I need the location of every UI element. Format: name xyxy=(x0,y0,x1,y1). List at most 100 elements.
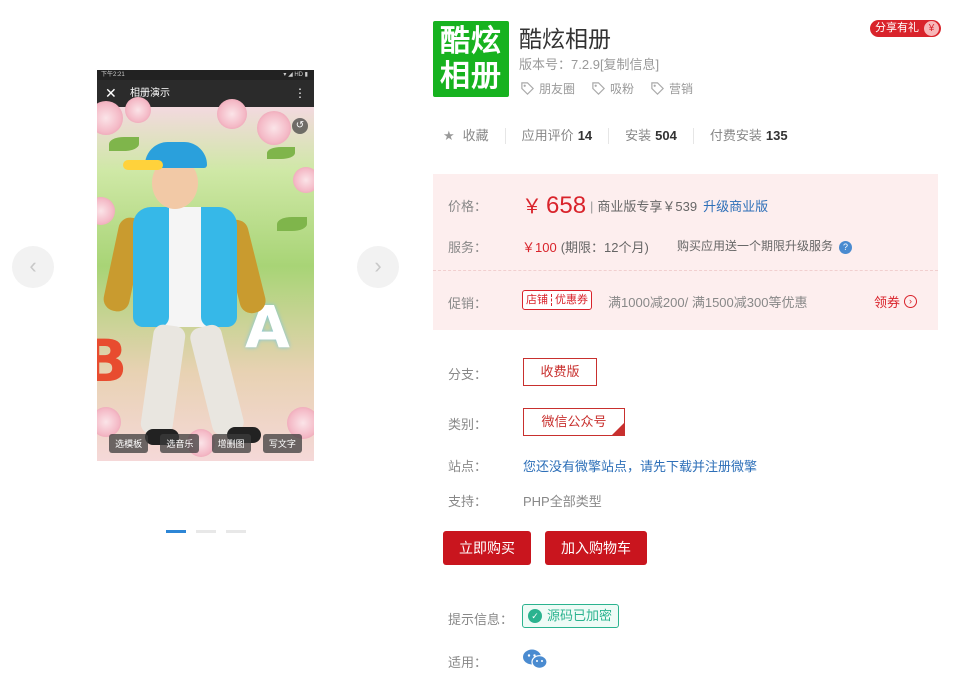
tag-label: 吸粉 xyxy=(610,82,635,96)
tag-item[interactable]: 营销 xyxy=(650,80,693,97)
tag-icon xyxy=(651,82,665,95)
flower-decoration xyxy=(97,101,123,135)
site-label: 站点： xyxy=(448,459,488,474)
applies-label: 适用： xyxy=(448,655,488,670)
photo-figure xyxy=(123,160,163,170)
category-value: 微信公众号 xyxy=(541,414,607,429)
promo-tag-right: 优惠券 xyxy=(555,294,588,306)
photo-figure xyxy=(188,322,246,438)
carousel-dot[interactable] xyxy=(166,530,186,533)
flower-decoration xyxy=(125,97,151,123)
category-label: 类别： xyxy=(448,417,488,432)
service-period: (期限：12个月) xyxy=(560,240,649,255)
buy-now-button[interactable]: 立即购买 xyxy=(443,531,531,565)
app-screenshot[interactable]: 下午2:21 ▾ ◢ HD ▮ ✕ 相册演示 ⋮ B A ↺ 选模板 选音乐 增… xyxy=(97,70,314,461)
prev-arrow-icon[interactable]: ‹ xyxy=(12,246,54,288)
rating-value: 14 xyxy=(577,128,593,143)
version-number: 7.2.9 xyxy=(571,57,600,72)
tag-item[interactable]: 吸粉 xyxy=(591,80,634,97)
phone-button-music: 选音乐 xyxy=(160,434,200,453)
logo-text: 酷炫 xyxy=(440,25,502,58)
promo-tag-divider xyxy=(551,294,552,306)
tag-label: 朋友圈 xyxy=(539,82,576,96)
source-encrypted-badge: ✓ 源码已加密 xyxy=(522,604,620,628)
stats-bar: ★ 收藏 应用评价 14 安装 504 付费安装 135 xyxy=(443,128,804,144)
tag-icon xyxy=(521,82,534,95)
flower-decoration xyxy=(97,197,115,225)
wechat-icon xyxy=(523,649,548,669)
support-value: PHP全部类型 xyxy=(523,494,602,509)
get-coupon-button[interactable]: 领券 › xyxy=(874,292,918,311)
favorite-button[interactable]: ★ 收藏 xyxy=(443,128,505,144)
share-gift-button[interactable]: 分享有礼 ¥ xyxy=(870,20,941,37)
flower-decoration xyxy=(257,111,291,145)
tag-list: 朋友圈 吸粉 营销 xyxy=(520,80,693,97)
install-value: 504 xyxy=(655,128,677,143)
phone-status-time: 下午2:21 xyxy=(101,72,125,78)
tag-icon xyxy=(592,82,606,95)
business-price-text: 商业版专享￥539 xyxy=(597,199,698,214)
more-icon: ⋮ xyxy=(294,86,306,100)
service-price: ￥100 xyxy=(522,240,557,255)
branch-option-paid[interactable]: 收费版 xyxy=(523,358,597,386)
service-note-text: 购买应用送一个期限升级服务 xyxy=(677,239,834,253)
service-label: 服务： xyxy=(448,240,488,255)
promo-tag: 店铺 优惠券 xyxy=(522,290,592,310)
photo-figure xyxy=(139,323,187,437)
support-label: 支持： xyxy=(448,494,488,509)
app-title: 酷炫相册 xyxy=(519,26,611,52)
logo-text: 相册 xyxy=(440,60,502,93)
photo-figure xyxy=(201,207,237,327)
app-logo: 酷炫 相册 xyxy=(433,21,509,97)
service-value: ￥100 (期限：12个月) xyxy=(522,237,649,256)
currency-symbol: ￥ xyxy=(522,196,542,218)
rating-label: 应用评价 xyxy=(521,128,574,143)
paid-install-value: 135 xyxy=(765,128,788,143)
promo-text: 满1000减200/ 满1500减300等优惠 xyxy=(608,295,808,310)
add-to-cart-button[interactable]: 加入购物车 xyxy=(545,531,647,565)
flower-decoration xyxy=(217,99,247,129)
phone-status-bar: 下午2:21 ▾ ◢ HD ▮ xyxy=(97,70,314,80)
next-arrow-icon[interactable]: › xyxy=(357,246,399,288)
copy-info-link[interactable]: [复制信息] xyxy=(600,57,659,72)
category-option-wechat[interactable]: 微信公众号 ✓ xyxy=(523,408,625,436)
demo-photo: B A xyxy=(97,97,314,461)
price-separator: | xyxy=(590,199,594,214)
phone-button-text: 写文字 xyxy=(262,434,302,453)
version-label: 版本号： xyxy=(519,57,572,72)
price-value: ￥ 658 xyxy=(522,190,586,220)
price-label: 价格： xyxy=(448,199,488,214)
carousel-indicators xyxy=(166,530,246,533)
star-icon: ★ xyxy=(443,128,455,143)
check-circle-icon: ✓ xyxy=(528,609,542,623)
promo-label: 促销： xyxy=(448,296,488,311)
promo-tag-left: 店铺 xyxy=(526,294,548,306)
help-icon[interactable]: ? xyxy=(839,241,853,254)
flower-decoration xyxy=(97,407,121,437)
phone-status-icons: ▾ ◢ HD ▮ xyxy=(283,72,308,78)
rating-stat[interactable]: 应用评价 14 xyxy=(504,128,608,144)
carousel-dot[interactable] xyxy=(226,530,246,533)
upgrade-business-link[interactable]: 升级商业版 xyxy=(703,199,768,214)
hint-label: 提示信息： xyxy=(448,612,514,627)
version-info: 版本号：7.2.9[复制信息] xyxy=(519,54,659,73)
paid-install-stat: 付费安装 135 xyxy=(692,128,804,144)
flower-decoration xyxy=(293,167,314,193)
undo-icon: ↺ xyxy=(292,118,308,134)
secure-label: 源码已加密 xyxy=(547,608,613,623)
coupon-label: 领券 xyxy=(874,295,901,310)
check-icon: ✓ xyxy=(616,418,623,427)
phone-button-photos: 增删图 xyxy=(211,434,251,453)
carousel-dot[interactable] xyxy=(196,530,216,533)
screenshot-gallery: 下午2:21 ▾ ◢ HD ▮ ✕ 相册演示 ⋮ B A ↺ 选模板 选音乐 增… xyxy=(0,0,420,683)
business-price: | 商业版专享￥539 升级商业版 xyxy=(590,196,768,215)
paid-install-label: 付费安装 xyxy=(709,128,762,143)
price-amount: 658 xyxy=(546,192,587,219)
install-stat: 安装 504 xyxy=(608,128,693,144)
tag-item[interactable]: 朋友圈 xyxy=(520,80,575,97)
phone-button-template: 选模板 xyxy=(109,434,149,453)
register-site-link[interactable]: 您还没有微擎站点，请先下载并注册微擎 xyxy=(523,456,757,475)
divider xyxy=(433,270,938,271)
photo-letter: B xyxy=(97,327,128,395)
service-note: 购买应用送一个期限升级服务? xyxy=(677,237,853,254)
